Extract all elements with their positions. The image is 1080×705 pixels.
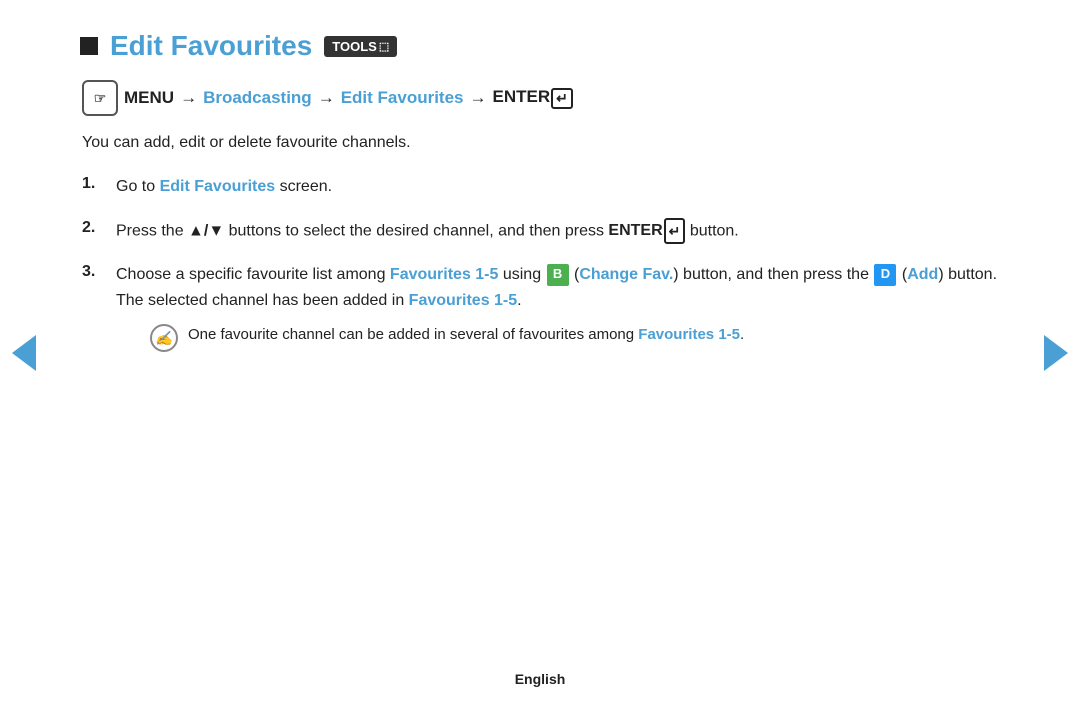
breadcrumb-broadcasting: Broadcasting bbox=[203, 88, 312, 108]
breadcrumb-row: ☞ MENU → Broadcasting → Edit Favourites … bbox=[82, 80, 1000, 116]
breadcrumb-arrow-1: → bbox=[180, 88, 197, 108]
note-text: One favourite channel can be added in se… bbox=[188, 323, 744, 347]
title-square-icon bbox=[80, 37, 98, 55]
nav-arrow-right[interactable] bbox=[1044, 335, 1068, 371]
step-3-change-fav: Change Fav. bbox=[579, 266, 673, 283]
note-block: ✍ One favourite channel can be added in … bbox=[150, 323, 1000, 352]
page-container: Edit Favourites TOOLS ⬚ ☞ MENU → Broadca… bbox=[0, 0, 1080, 705]
step-2-buttons: ▲/▼ bbox=[188, 222, 224, 239]
step-3-text: Choose a specific favourite list among F… bbox=[116, 262, 1000, 352]
tools-badge: TOOLS ⬚ bbox=[324, 36, 397, 57]
step-1: 1. Go to Edit Favourites screen. bbox=[82, 174, 1000, 200]
step-1-highlight: Edit Favourites bbox=[160, 178, 276, 195]
breadcrumb-arrow-3: → bbox=[470, 88, 487, 108]
note-icon: ✍ bbox=[150, 324, 178, 352]
btn-green-b: B bbox=[547, 264, 569, 286]
step-2-text: Press the ▲/▼ buttons to select the desi… bbox=[116, 218, 739, 244]
steps-list: 1. Go to Edit Favourites screen. 2. Pres… bbox=[82, 174, 1000, 352]
step-2-enter: ENTER↵ bbox=[608, 222, 685, 239]
note-favourites: Favourites 1-5 bbox=[638, 326, 740, 343]
tools-label: TOOLS bbox=[332, 39, 377, 54]
step-3-favourites2: Favourites 1-5 bbox=[409, 292, 517, 309]
step-1-text: Go to Edit Favourites screen. bbox=[116, 174, 332, 200]
step-2-enter-box: ↵ bbox=[664, 218, 686, 244]
breadcrumb-arrow-2: → bbox=[318, 88, 335, 108]
enter-box: ↵ bbox=[551, 88, 573, 109]
title-row: Edit Favourites TOOLS ⬚ bbox=[80, 30, 1000, 62]
nav-arrow-left[interactable] bbox=[12, 335, 36, 371]
breadcrumb-menu-label: MENU bbox=[124, 88, 174, 108]
page-title: Edit Favourites bbox=[110, 30, 312, 62]
menu-icon-box: ☞ bbox=[82, 80, 118, 116]
main-content: Edit Favourites TOOLS ⬚ ☞ MENU → Broadca… bbox=[0, 0, 1080, 657]
menu-hand-icon: ☞ bbox=[94, 90, 107, 107]
step-3-favourites1: Favourites 1-5 bbox=[390, 266, 498, 283]
tools-icon: ⬚ bbox=[379, 40, 389, 53]
step-2-number: 2. bbox=[82, 218, 102, 237]
description-text: You can add, edit or delete favourite ch… bbox=[82, 134, 1000, 152]
breadcrumb-edit-favourites: Edit Favourites bbox=[341, 88, 464, 108]
step-3-number: 3. bbox=[82, 262, 102, 281]
footer: English bbox=[0, 657, 1080, 705]
step-1-number: 1. bbox=[82, 174, 102, 193]
step-3-add: Add bbox=[907, 266, 938, 283]
step-2: 2. Press the ▲/▼ buttons to select the d… bbox=[82, 218, 1000, 244]
step-3: 3. Choose a specific favourite list amon… bbox=[82, 262, 1000, 352]
breadcrumb-enter-label: ENTER↵ bbox=[493, 87, 573, 108]
footer-language: English bbox=[515, 671, 566, 687]
btn-blue-d: D bbox=[874, 264, 896, 286]
